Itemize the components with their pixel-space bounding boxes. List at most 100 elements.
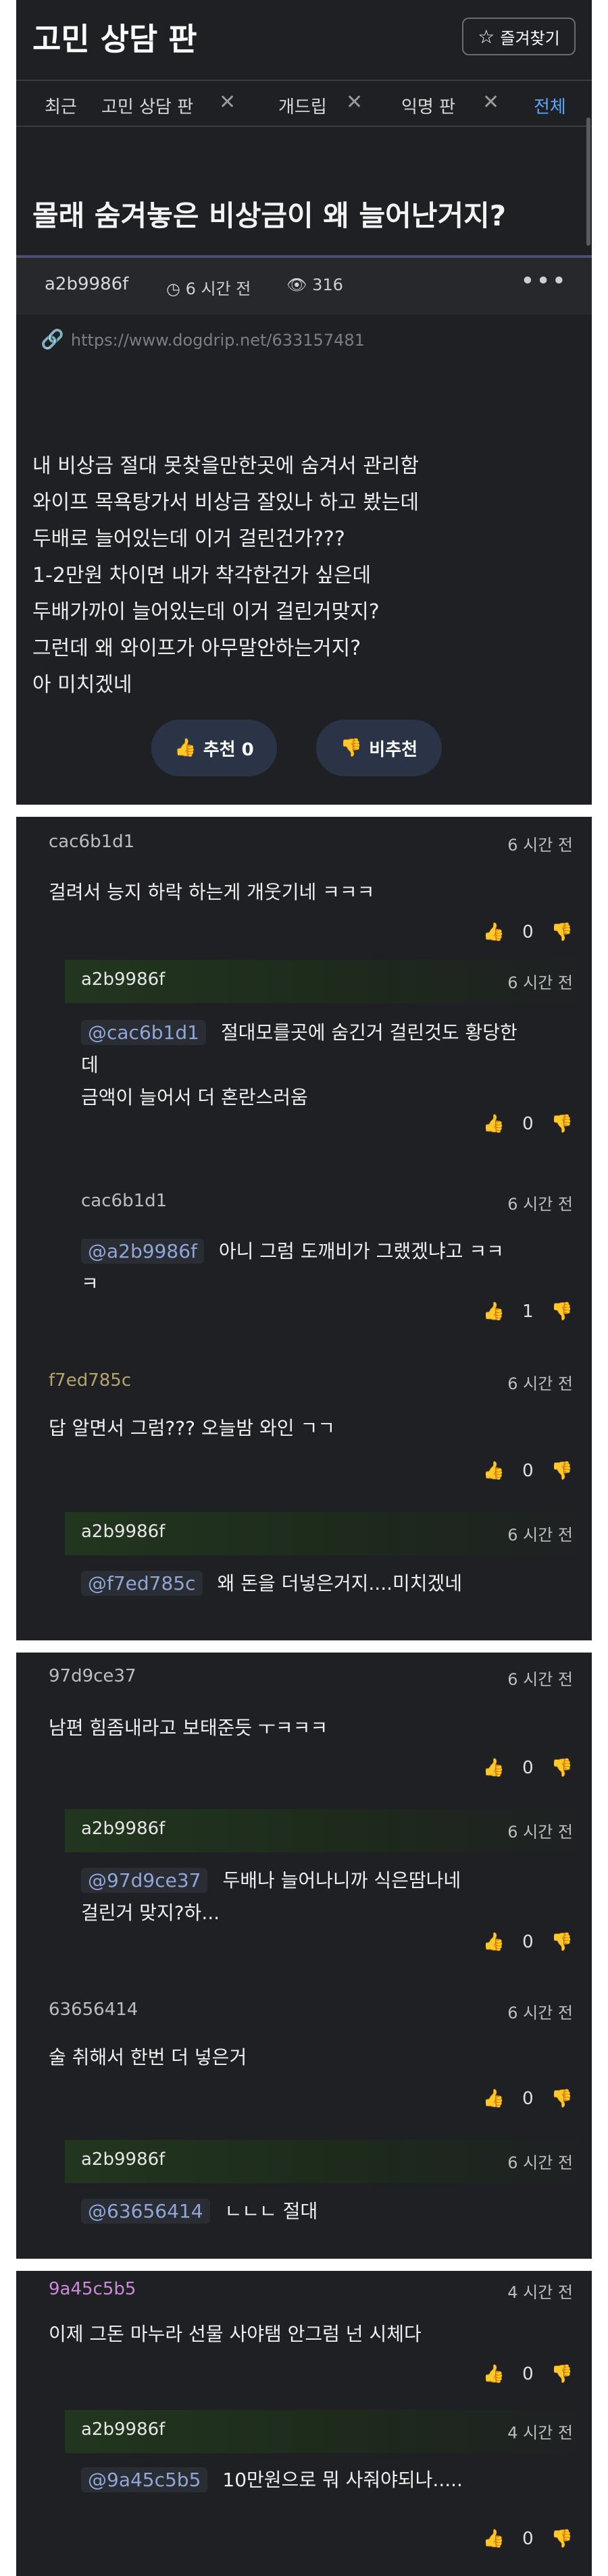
thumbs-down-icon[interactable]: 👎 (551, 1461, 573, 1481)
comment-votes: 👍 0 👎 (483, 1114, 573, 1134)
comment: f7ed785c 6 시간 전 답 알면서 그럼??? 오늘밤 와인 ㄱㄱ 👍 0… (16, 1361, 592, 1523)
comment-author[interactable]: a2b9986f (81, 969, 165, 990)
close-icon[interactable]: ✕ (482, 90, 499, 114)
close-icon[interactable]: ✕ (219, 90, 236, 114)
comment-time: 4 시간 전 (507, 2283, 573, 2302)
comment-time: 6 시간 전 (507, 973, 573, 992)
comment-time: 6 시간 전 (507, 1823, 573, 1842)
comment-votes: 👍 0 👎 (483, 1932, 573, 1952)
post-author[interactable]: a2b9986f (45, 274, 128, 294)
comment: 97d9ce37 6 시간 전 남편 힘좀내라고 보태준듯 ㅜㅋㅋㅋ 👍 0 👎 (16, 1653, 592, 1815)
close-icon[interactable]: ✕ (346, 90, 363, 114)
post-panel: 고민 상담 판 ☆ 즐겨찾기 최근 고민 상담 판 ✕ 개드립 ✕ 익명 판 ✕… (16, 0, 592, 805)
comment-author[interactable]: 9a45c5b5 (49, 2279, 136, 2299)
thumbs-up-icon[interactable]: 👍 (483, 2089, 505, 2109)
more-options-icon[interactable]: ••• (520, 267, 567, 295)
post-link[interactable]: 🔗 https://www.dogdrip.net/633157481 (41, 328, 365, 350)
tab-board-gomin[interactable]: 고민 상담 판 (101, 93, 193, 118)
thumbs-down-icon[interactable]: 👎 (551, 2364, 573, 2384)
like-count: 0 (522, 1932, 534, 1952)
comment-author[interactable]: a2b9986f (81, 2419, 165, 2440)
mention-tag[interactable]: @f7ed785c (81, 1571, 203, 1596)
mention-tag[interactable]: @63656414 (81, 2199, 210, 2224)
reply-comment: a2b9986f 6 시간 전 @f7ed785c 왜 돈을 더넣은거지....미… (65, 1512, 592, 1640)
thumbs-down-icon[interactable]: 👎 (551, 1932, 573, 1952)
comment-text-line: 금액이 늘어서 더 혼란스러움 (81, 1086, 308, 1108)
thumbs-up-icon[interactable]: 👍 (483, 1461, 505, 1481)
comment-author[interactable]: a2b9986f (81, 2149, 165, 2170)
comment-time: 6 시간 전 (507, 836, 573, 855)
comment-text-line: 절대모를곳에 숨긴거 걸린것도 황당한 (220, 1021, 517, 1044)
thumbs-down-icon[interactable]: 👎 (551, 1758, 573, 1778)
comment-text-line: 걸린거 맞지?하... (81, 1902, 220, 1924)
post-body: 내 비상금 절대 못찾을만한곳에 숨겨서 관리함 와이프 목욕탕가서 비상금 잘… (32, 448, 573, 703)
comment-text-line: 데 (81, 1054, 99, 1076)
comment-votes: 👍 0 👎 (483, 1758, 573, 1778)
comment-votes: 👍 0 👎 (483, 2089, 573, 2109)
comment-author[interactable]: 97d9ce37 (49, 1666, 136, 1686)
downvote-button[interactable]: 👎 비추천 (316, 720, 442, 776)
like-count: 0 (522, 2529, 534, 2549)
link-icon: 🔗 (41, 328, 64, 350)
comment-author[interactable]: f7ed785c (49, 1370, 131, 1391)
mention-tag[interactable]: @a2b9986f (81, 1239, 204, 1264)
post-body-line: 두배가까이 늘어있는데 이거 걸린거맞지? (32, 600, 380, 624)
upvote-button[interactable]: 👍 추천 0 (151, 720, 277, 776)
board-title[interactable]: 고민 상담 판 (32, 15, 197, 59)
like-count: 0 (522, 1461, 534, 1481)
post-body-line: 아 미치겠네 (32, 673, 132, 697)
thumbs-up-icon[interactable]: 👍 (483, 2529, 505, 2549)
comment-text: 술 취해서 한번 더 넣은거 (49, 2041, 247, 2074)
tab-recent-label: 최근 (45, 97, 77, 117)
thumbs-up-icon[interactable]: 👍 (483, 1302, 505, 1322)
thumbs-down-icon[interactable]: 👎 (551, 1114, 573, 1134)
comment-votes: 👍 0 👎 (483, 2529, 573, 2549)
comment-author[interactable]: cac6b1d1 (81, 1191, 167, 1211)
thumbs-down-icon[interactable]: 👎 (551, 922, 573, 942)
comment-votes: 👍 0 👎 (483, 922, 573, 942)
post-meta: a2b9986f ◷ 6 시간 전 👁 316 ••• (16, 258, 592, 315)
comment-time: 6 시간 전 (507, 1670, 573, 1689)
post-body-line: 그런데 왜 와이프가 아무말안하는거지? (32, 637, 361, 660)
mention-tag[interactable]: @9a45c5b5 (81, 2467, 208, 2492)
thumbs-up-icon[interactable]: 👍 (483, 922, 505, 942)
thumbs-up-icon[interactable]: 👍 (483, 1114, 505, 1134)
reply-comment: a2b9986f 6 시간 전 @63656414 ㄴㄴㄴ 절대 (65, 2140, 592, 2259)
thumbs-up-icon[interactable]: 👍 (483, 2364, 505, 2384)
mention-tag[interactable]: @cac6b1d1 (81, 1020, 206, 1045)
thumbs-down-icon[interactable]: 👎 (551, 2089, 573, 2109)
board-tab-bar: 최근 고민 상담 판 ✕ 개드립 ✕ 익명 판 ✕ 전체 (16, 80, 592, 127)
comment-author[interactable]: 63656414 (49, 2000, 138, 2020)
like-count: 0 (522, 922, 534, 942)
comments-panel: cac6b1d1 6 시간 전 걸려서 능지 하락 하는게 개웃기네 ㅋㅋㅋ 👍… (16, 817, 592, 1640)
post-url[interactable]: https://www.dogdrip.net/633157481 (71, 331, 365, 350)
comment-text: 걸려서 능지 하락 하는게 개웃기네 ㅋㅋㅋ (49, 876, 374, 909)
tab-all[interactable]: 전체 (534, 93, 566, 118)
favorite-button[interactable]: ☆ 즐겨찾기 (462, 18, 576, 55)
comment-text: @9a45c5b5 10만원으로 뭐 사줘야되나..... (81, 2464, 574, 2496)
post-time: ◷ 6 시간 전 (166, 275, 251, 299)
mention-tag[interactable]: @97d9ce37 (81, 1868, 208, 1893)
comments-panel: 97d9ce37 6 시간 전 남편 힘좀내라고 보태준듯 ㅜㅋㅋㅋ 👍 0 👎 a… (16, 1653, 592, 2259)
like-count: 0 (522, 1758, 534, 1778)
comment-text: 남편 힘좀내라고 보태준듯 ㅜㅋㅋㅋ (49, 1712, 328, 1744)
clock-icon: ◷ (166, 279, 186, 298)
comment-text-line: ㄴㄴㄴ 절대 (224, 2200, 318, 2222)
thumbs-down-icon[interactable]: 👎 (551, 1302, 573, 1322)
comment: 63656414 6 시간 전 술 취해서 한번 더 넣은거 👍 0 👎 (16, 1990, 592, 2132)
post-views: 👁 316 (286, 275, 343, 294)
comment-text-line: 왜 돈을 더넣은거지....미치겠네 (217, 1572, 463, 1594)
thumbs-down-icon[interactable]: 👎 (551, 2529, 573, 2549)
like-count: 0 (522, 2364, 534, 2384)
reply-comment: cac6b1d1 6 시간 전 @a2b9986f 아니 그럼 도깨비가 그랬겠냐… (65, 1181, 592, 1343)
comment-author[interactable]: a2b9986f (81, 1522, 165, 1542)
thumbs-up-icon[interactable]: 👍 (483, 1932, 505, 1952)
comment-text: 답 알면서 그럼??? 오늘밤 와인 ㄱㄱ (49, 1412, 335, 1445)
comment-author[interactable]: a2b9986f (81, 1819, 165, 1839)
tab-board-dogdrip[interactable]: 개드립 (278, 93, 327, 118)
comment-author[interactable]: cac6b1d1 (49, 832, 134, 852)
thumbs-up-icon[interactable]: 👍 (483, 1758, 505, 1778)
comment-time: 6 시간 전 (507, 2153, 573, 2172)
tab-board-anonymous[interactable]: 익명 판 (401, 93, 455, 118)
post-body-line: 와이프 목욕탕가서 비상금 잘있나 하고 봤는데 (32, 491, 420, 514)
